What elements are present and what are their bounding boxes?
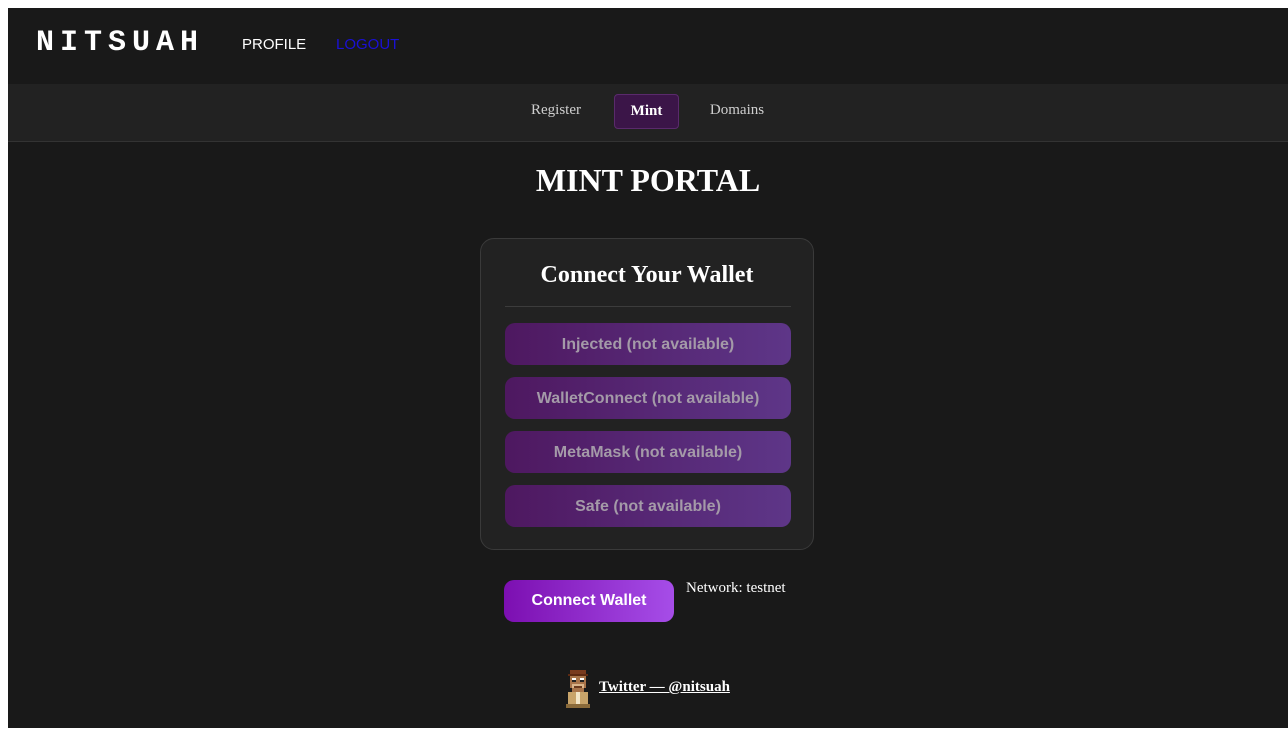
- wallet-connect-card: Connect Your Wallet Injected (not availa…: [480, 238, 814, 550]
- tab-register[interactable]: Register: [518, 94, 594, 127]
- metamask-button[interactable]: MetaMask (not available): [505, 431, 791, 473]
- injected-wallet-button[interactable]: Injected (not available): [505, 323, 791, 365]
- tab-domains[interactable]: Domains: [702, 94, 772, 127]
- safe-wallet-button[interactable]: Safe (not available): [505, 485, 791, 527]
- network-label: Network: testnet: [686, 580, 786, 596]
- ape-avatar-icon: [566, 670, 590, 708]
- connect-wallet-button[interactable]: Connect Wallet: [504, 580, 674, 622]
- card-divider: [505, 306, 791, 307]
- brand-logo[interactable]: NITSUAH: [36, 26, 204, 60]
- page-title: MINT PORTAL: [535, 162, 761, 198]
- sub-navigation: Register Mint Domains: [8, 84, 1288, 142]
- walletconnect-button[interactable]: WalletConnect (not available): [505, 377, 791, 419]
- top-navbar: NITSUAH PROFILE LOGOUT: [8, 8, 1288, 84]
- tab-mint[interactable]: Mint: [614, 94, 679, 129]
- card-title: Connect Your Wallet: [540, 262, 754, 288]
- twitter-link[interactable]: Twitter — @nitsuah: [599, 679, 730, 696]
- app-frame: NITSUAH PROFILE LOGOUT Register Mint Dom…: [8, 8, 1288, 728]
- nav-profile-link[interactable]: PROFILE: [242, 36, 306, 53]
- nav-logout-link[interactable]: LOGOUT: [336, 36, 399, 53]
